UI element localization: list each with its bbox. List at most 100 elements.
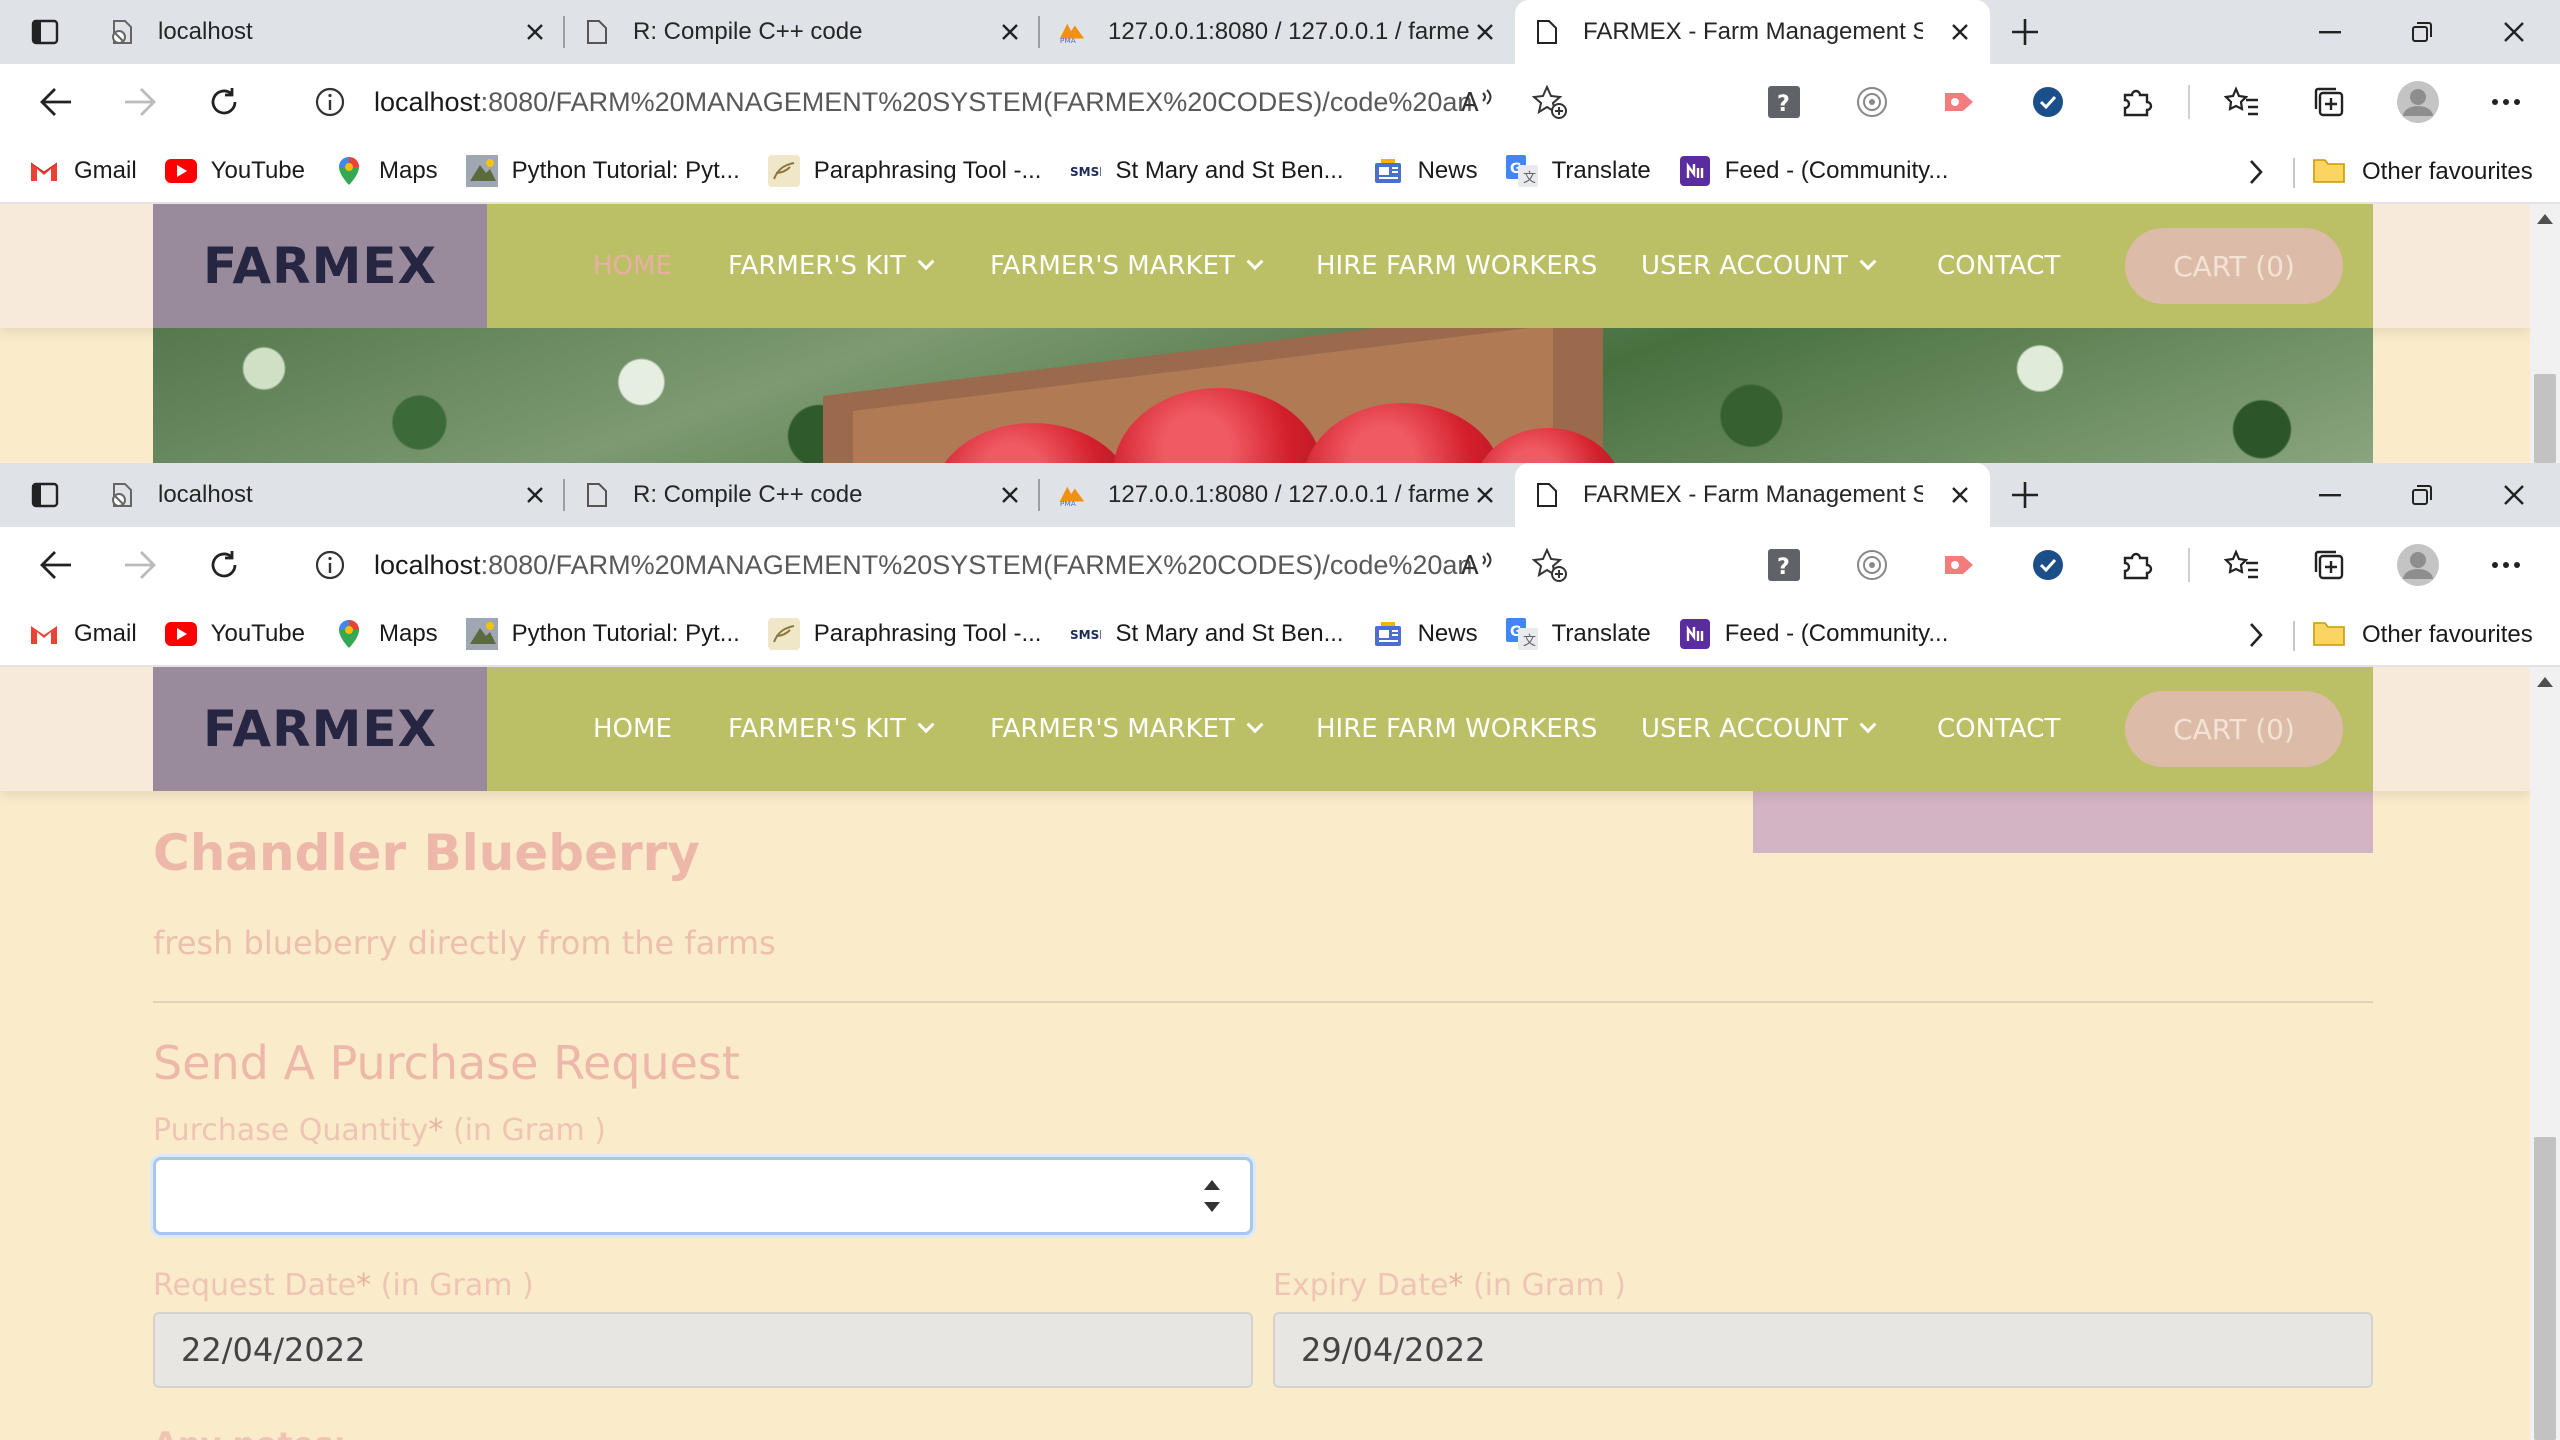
tab-phpmyadmin[interactable]: PMA 127.0.0.1:8080 / 127.0.0.1 / farme [1040,463,1515,527]
minimize-button[interactable] [2284,0,2376,64]
nav-contact[interactable]: CONTACT [1937,204,2060,328]
other-favourites-folder[interactable]: Other favourites [2312,603,2533,667]
tab-localhost[interactable]: localhost [90,0,565,64]
scroll-up-arrow[interactable] [2537,214,2553,224]
settings-more-icon[interactable] [2462,527,2550,603]
cart-button[interactable]: CART (0) [2125,691,2343,767]
tab-actions-button[interactable] [0,0,90,64]
close-icon[interactable] [521,481,549,509]
close-icon[interactable] [996,481,1024,509]
nav-farmers-kit[interactable]: FARMER'S KIT [728,204,935,328]
broadcast-extension-icon[interactable] [1828,527,1916,603]
refresh-button[interactable] [182,527,266,603]
bookmark-feed[interactable]: Feed - (Community... [1679,139,1948,203]
bookmarks-overflow-button[interactable] [2236,603,2276,667]
bookmark-st-mary[interactable]: SMSB St Mary and St Ben... [1069,602,1344,666]
address-bar[interactable]: localhost:8080/FARM%20MANAGEMENT%20SYSTE… [288,535,1586,595]
quantity-stepper[interactable] [1202,1178,1222,1218]
close-icon[interactable] [996,18,1024,46]
close-window-button[interactable] [2468,463,2560,527]
stepper-down-icon[interactable] [1204,1202,1220,1212]
add-favourite-icon[interactable] [1514,548,1586,582]
favourites-icon[interactable] [2198,527,2286,603]
quantity-input[interactable] [153,1157,1253,1235]
page-viewport[interactable]: Chandler Blueberry fresh blueberry direc… [0,667,2560,1440]
collections-icon[interactable] [2286,527,2374,603]
refresh-button[interactable] [182,64,266,140]
page-viewport[interactable]: FARMEX HOME FARMER'S KIT FARMER'S MARKET… [0,204,2560,463]
bookmark-maps[interactable]: Maps [333,602,438,666]
tab-farmex[interactable]: FARMEX - Farm Management Sy [1515,463,1990,527]
recorder-extension-icon[interactable] [1916,64,2004,140]
nav-user-account[interactable]: USER ACCOUNT [1641,667,1877,791]
expiry-date-field[interactable]: 29/04/2022 [1273,1312,2373,1388]
read-aloud-icon[interactable]: A [1442,87,1514,117]
bookmark-python[interactable]: Python Tutorial: Pyt... [465,602,740,666]
tab-compile-cpp[interactable]: R: Compile C++ code [565,463,1040,527]
tab-phpmyadmin[interactable]: PMA 127.0.0.1:8080 / 127.0.0.1 / farme [1040,0,1515,64]
nav-contact[interactable]: CONTACT [1937,667,2060,791]
forward-button[interactable] [98,64,182,140]
favourites-icon[interactable] [2198,64,2286,140]
close-window-button[interactable] [2468,0,2560,64]
bookmarks-overflow-button[interactable] [2236,140,2276,204]
tab-actions-button[interactable] [0,463,90,527]
forward-button[interactable] [98,527,182,603]
scrollbar-thumb[interactable] [2534,374,2556,463]
nav-user-account[interactable]: USER ACCOUNT [1641,204,1877,328]
address-bar[interactable]: localhost:8080/FARM%20MANAGEMENT%20SYSTE… [288,72,1586,132]
bookmark-gmail[interactable]: Gmail [28,139,137,203]
close-icon[interactable] [521,18,549,46]
back-button[interactable] [14,527,98,603]
cart-button[interactable]: CART (0) [2125,228,2343,304]
read-aloud-icon[interactable]: A [1442,550,1514,580]
tab-compile-cpp[interactable]: R: Compile C++ code [565,0,1040,64]
tab-localhost[interactable]: localhost [90,463,565,527]
page-scrollbar[interactable] [2530,667,2560,1440]
nav-hire-farm-workers[interactable]: HIRE FARM WORKERS [1316,204,1597,328]
site-info-icon[interactable] [310,82,350,122]
bookmark-feed[interactable]: Feed - (Community... [1679,602,1948,666]
settings-more-icon[interactable] [2462,64,2550,140]
close-icon[interactable] [1946,18,1974,46]
recorder-extension-icon[interactable] [1916,527,2004,603]
quantity-field[interactable] [156,1160,1250,1232]
bookmark-paraphrasing[interactable]: Paraphrasing Tool -... [767,139,1041,203]
site-logo[interactable]: FARMEX [153,667,487,791]
profile-avatar-icon[interactable] [2374,64,2462,140]
nav-hire-farm-workers[interactable]: HIRE FARM WORKERS [1316,667,1597,791]
new-tab-button[interactable] [1990,0,2060,64]
bookmark-translate[interactable]: G 文 Translate [1505,602,1651,666]
check-extension-icon[interactable] [2004,64,2092,140]
extensions-puzzle-icon[interactable] [2092,527,2180,603]
nav-farmers-market[interactable]: FARMER'S MARKET [990,667,1264,791]
bookmark-paraphrasing[interactable]: Paraphrasing Tool -... [767,602,1041,666]
nav-home[interactable]: HOME [593,667,672,791]
minimize-button[interactable] [2284,463,2376,527]
help-extension-icon[interactable]: ? [1740,64,1828,140]
site-logo[interactable]: FARMEX [153,204,487,328]
bookmark-youtube[interactable]: YouTube [164,139,305,203]
bookmark-python[interactable]: Python Tutorial: Pyt... [465,139,740,203]
request-date-field[interactable]: 22/04/2022 [153,1312,1253,1388]
page-scrollbar[interactable] [2530,204,2560,463]
url-text[interactable]: localhost:8080/FARM%20MANAGEMENT%20SYSTE… [374,550,1474,581]
close-icon[interactable] [1471,18,1499,46]
nav-farmers-market[interactable]: FARMER'S MARKET [990,204,1264,328]
nav-farmers-kit[interactable]: FARMER'S KIT [728,667,935,791]
new-tab-button[interactable] [1990,463,2060,527]
url-text[interactable]: localhost:8080/FARM%20MANAGEMENT%20SYSTE… [374,87,1474,118]
back-button[interactable] [14,64,98,140]
restore-button[interactable] [2376,463,2468,527]
bookmark-gmail[interactable]: Gmail [28,602,137,666]
profile-avatar-icon[interactable] [2374,527,2462,603]
scrollbar-thumb[interactable] [2534,1137,2556,1440]
bookmark-youtube[interactable]: YouTube [164,602,305,666]
close-icon[interactable] [1471,481,1499,509]
tab-farmex[interactable]: FARMEX - Farm Management Sy [1515,0,1990,64]
extensions-puzzle-icon[interactable] [2092,64,2180,140]
help-extension-icon[interactable]: ? [1740,527,1828,603]
bookmark-maps[interactable]: Maps [333,139,438,203]
other-favourites-folder[interactable]: Other favourites [2312,140,2533,204]
site-info-icon[interactable] [310,545,350,585]
